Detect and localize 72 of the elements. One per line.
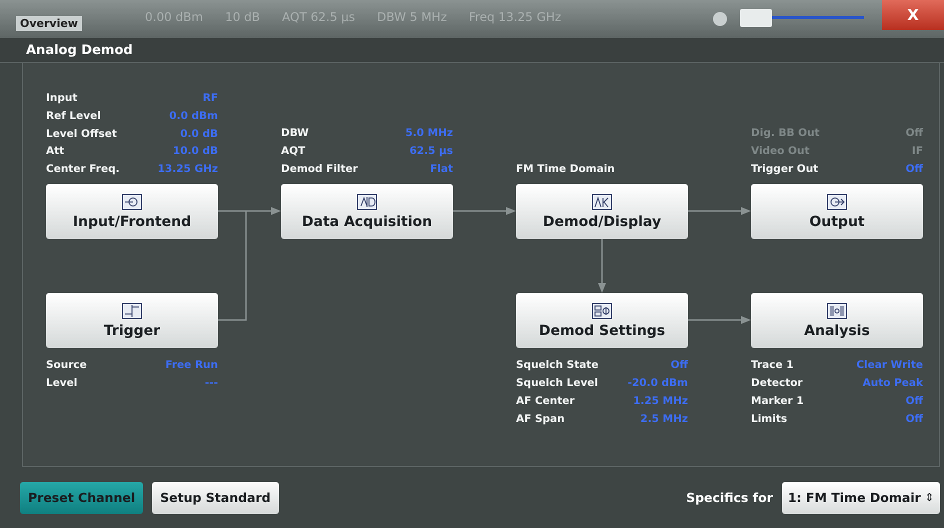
dialog-tab[interactable]: Overview: [16, 16, 82, 31]
process-block[interactable]: Data Acquisition: [281, 184, 453, 239]
parameter-value: Off: [670, 359, 688, 371]
block-icon: [592, 302, 612, 318]
parameter-label: Detector: [751, 377, 803, 389]
process-block[interactable]: Demod Settings: [516, 293, 688, 348]
arrow: [453, 207, 516, 215]
parameter-label: Limits: [751, 413, 788, 425]
process-block[interactable]: Analysis: [751, 293, 923, 348]
specifics-dropdown[interactable]: 1: FM Time Domair ⇕: [782, 482, 940, 514]
parameter-value: IF: [912, 145, 923, 157]
parameter-label: AF Center: [516, 395, 575, 407]
trigger-icon: [122, 302, 142, 318]
parameter-value: RF: [202, 92, 218, 104]
block-icon: [827, 302, 847, 318]
parameter-label: DBW: [281, 127, 309, 139]
block-icon: [827, 194, 847, 210]
parameter-value: -20.0 dBm: [628, 377, 688, 389]
parameter-label: Squelch State: [516, 359, 598, 371]
parameter-label: Level Offset: [46, 128, 117, 140]
block-icon: [592, 194, 612, 210]
close-button[interactable]: X: [882, 0, 944, 30]
parameter-label: Squelch Level: [516, 377, 598, 389]
parameter-value: ---: [204, 377, 218, 389]
parameter-label: Source: [46, 359, 87, 371]
parameter-value: Flat: [430, 163, 453, 175]
specifics-label: Specifics for: [686, 490, 773, 505]
indicator-icon: [713, 12, 727, 26]
parameter-value: 5.0 MHz: [405, 127, 453, 139]
slider-thumb[interactable]: [740, 9, 772, 27]
parameter-value: Off: [906, 413, 923, 425]
parameter-value: 1.25 MHz: [633, 395, 688, 407]
preset-button[interactable]: Preset Channel: [20, 482, 144, 514]
parameter-value: Auto Peak: [862, 377, 923, 389]
parameter-value: Off: [906, 395, 923, 407]
arrow: [688, 207, 751, 215]
process-block[interactable]: Trigger: [46, 293, 218, 348]
parameter-value: 62.5 µs: [409, 145, 453, 157]
parameter-label: AF Span: [516, 413, 565, 425]
parameter-label: Center Freq.: [46, 163, 120, 176]
parameter-value: 0.0 dB: [180, 128, 218, 140]
parameter-label: FM Time Domain: [516, 163, 615, 175]
process-block[interactable]: Input/Frontend: [46, 184, 218, 239]
parameter-label: Ref Level: [46, 110, 101, 122]
parameter-label: Marker 1: [751, 395, 804, 407]
parameter-value: Clear Write: [856, 359, 923, 371]
parameter-label: Level: [46, 377, 78, 389]
parameter-value: 13.25 GHz: [158, 163, 218, 176]
arrow: [688, 316, 751, 324]
dialog-title: Analog Demod: [26, 42, 133, 58]
parameter-value: 2.5 MHz: [640, 413, 688, 425]
parameter-label: AQT: [281, 145, 306, 157]
process-block[interactable]: Output: [751, 184, 923, 239]
parameter-label: Trace 1: [751, 359, 794, 371]
parameter-label: Trigger Out: [751, 163, 818, 175]
arrow: [218, 207, 281, 215]
setup-button[interactable]: Setup Standard: [152, 482, 279, 514]
parameter-value: 10.0 dB: [172, 145, 218, 158]
parameter-value: Free Run: [165, 359, 218, 371]
parameter-value: Off: [906, 127, 923, 139]
parameter-label: Att: [46, 145, 64, 158]
block-icon: [357, 194, 377, 210]
parameter-label: Input: [46, 92, 78, 104]
parameter-value: 0.0 dBm: [169, 110, 218, 122]
parameter-label: Dig. BB Out: [751, 127, 820, 139]
process-block[interactable]: Demod/Display: [516, 184, 688, 239]
parameter-label: Demod Filter: [281, 163, 358, 175]
slider-track[interactable]: [772, 16, 864, 19]
parameter-value: Off: [906, 163, 923, 175]
block-icon: [122, 194, 142, 210]
parameter-label: Video Out: [751, 145, 810, 157]
arrow: [598, 239, 606, 293]
